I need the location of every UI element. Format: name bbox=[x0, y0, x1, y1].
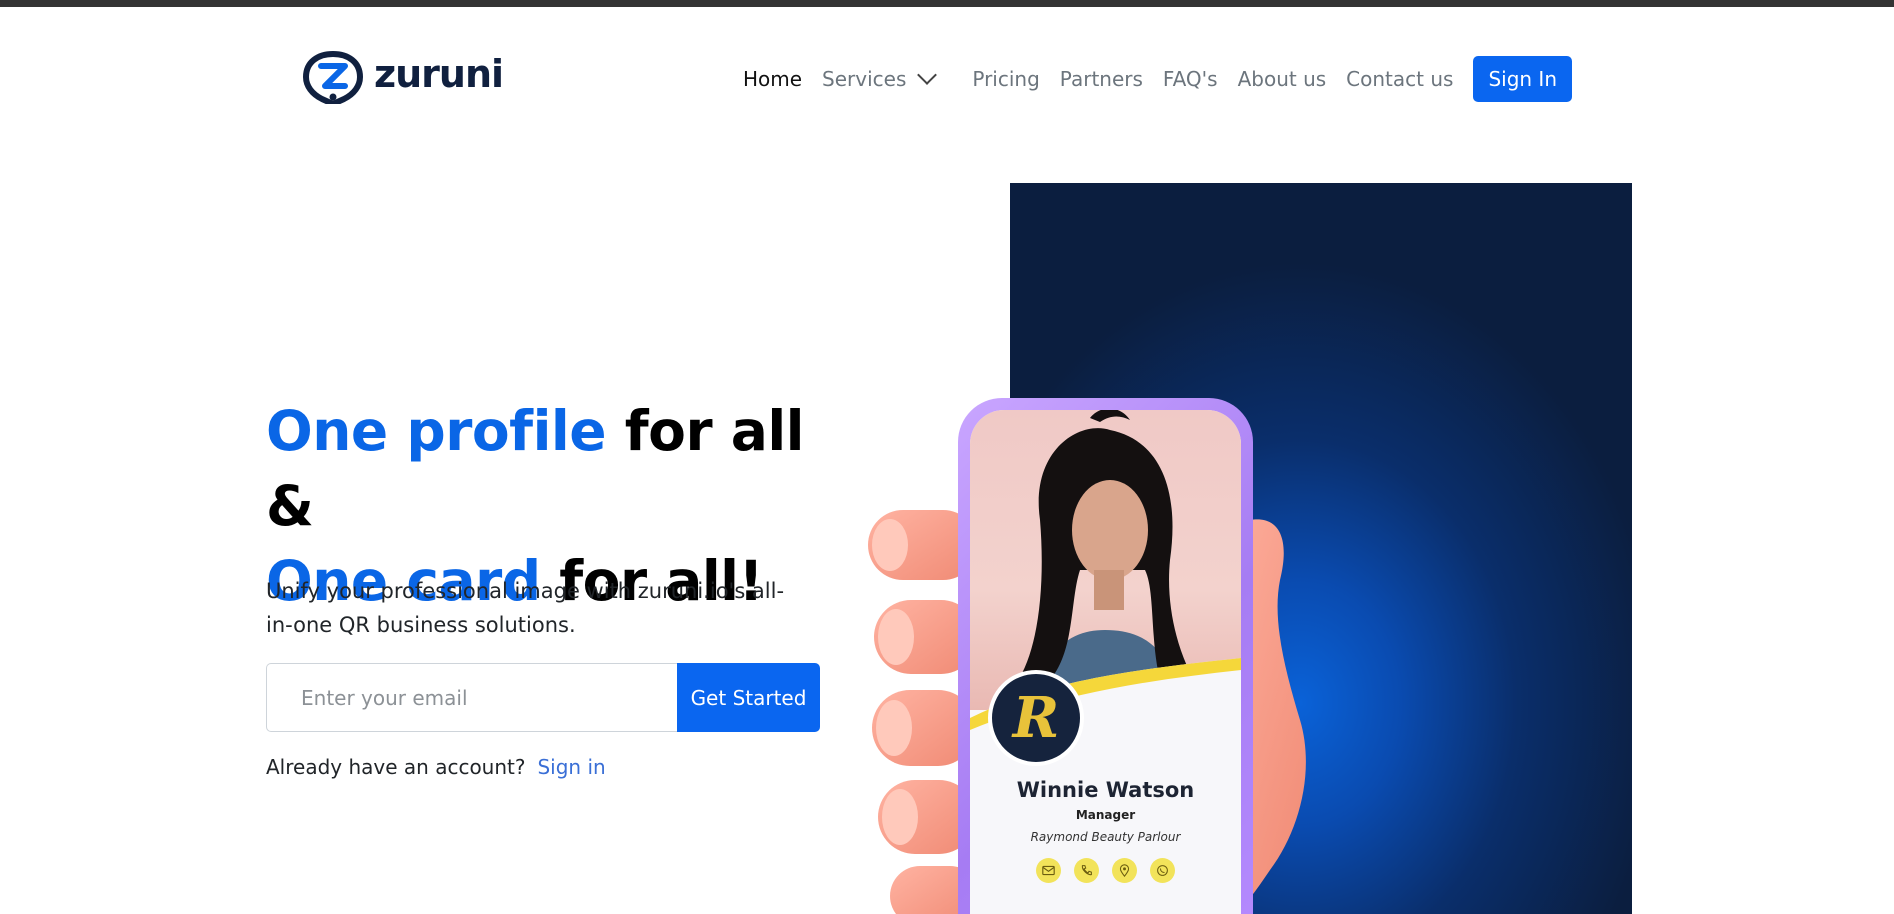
nav-partners[interactable]: Partners bbox=[1060, 56, 1143, 102]
mail-icon bbox=[1036, 858, 1061, 883]
nav-services[interactable]: Services bbox=[822, 56, 938, 102]
already-account-text: Already have an account? bbox=[266, 755, 526, 779]
brand-logo[interactable]: zuruni bbox=[300, 50, 504, 104]
phone-mockup: R Winnie Watson Manager Raymond Beauty P… bbox=[958, 398, 1253, 914]
location-icon bbox=[1112, 858, 1137, 883]
card-company: Raymond Beauty Parlour bbox=[1030, 830, 1181, 844]
email-input[interactable] bbox=[266, 663, 677, 732]
main-nav: Home Services Pricing Partners FAQ's Abo… bbox=[723, 56, 1572, 102]
signin-prompt: Already have an account? Sign in bbox=[266, 755, 606, 779]
brand-name: zuruni bbox=[374, 52, 504, 96]
business-logo: R bbox=[988, 670, 1084, 766]
phone-screen: R Winnie Watson Manager Raymond Beauty P… bbox=[970, 410, 1241, 914]
hero-title-highlight-1: One profile bbox=[266, 399, 607, 463]
zuruni-logo-icon bbox=[302, 50, 364, 104]
card-person-role: Manager bbox=[1075, 808, 1136, 822]
whatsapp-icon bbox=[1150, 858, 1175, 883]
chevron-down-icon bbox=[917, 65, 938, 85]
nav-home[interactable]: Home bbox=[743, 56, 802, 102]
nav-contact-us[interactable]: Contact us bbox=[1346, 56, 1453, 102]
card-contact-icons bbox=[970, 858, 1241, 883]
nav-about-us[interactable]: About us bbox=[1238, 56, 1327, 102]
hero-subtitle: Unify your professional image with zurun… bbox=[266, 579, 785, 637]
phone-icon bbox=[1074, 858, 1099, 883]
get-started-button[interactable]: Get Started bbox=[677, 663, 820, 732]
sign-in-button[interactable]: Sign In bbox=[1473, 56, 1572, 102]
nav-pricing[interactable]: Pricing bbox=[972, 56, 1039, 102]
nav-services-label: Services bbox=[822, 67, 907, 91]
card-person-name: Winnie Watson bbox=[1016, 778, 1195, 802]
business-logo-letter: R bbox=[1012, 685, 1060, 751]
email-signup-form: Get Started bbox=[266, 663, 820, 732]
sign-in-link[interactable]: Sign in bbox=[537, 755, 605, 779]
nav-faqs[interactable]: FAQ's bbox=[1163, 56, 1218, 102]
browser-top-strip bbox=[0, 0, 1894, 7]
